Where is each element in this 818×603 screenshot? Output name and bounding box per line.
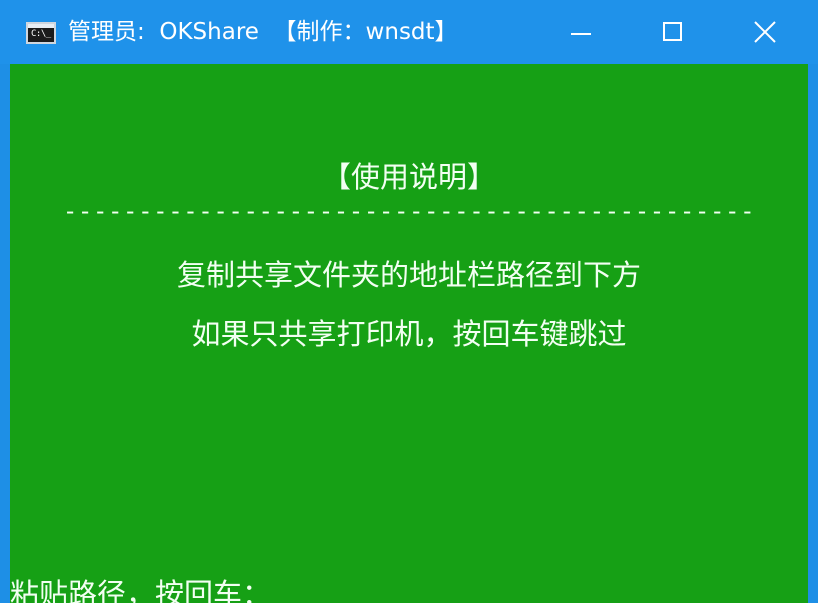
instruction-line: 复制共享文件夹的地址栏路径到下方 (176, 258, 641, 292)
cmd-console-icon[interactable]: C:\_ (26, 22, 56, 44)
close-button[interactable] (718, 0, 818, 64)
icon-titlebar-strip (28, 24, 54, 28)
minimize-icon (571, 33, 591, 35)
instruction-line: 如果只共享打印机，按回车键跳过 (191, 317, 627, 351)
maximize-button[interactable] (626, 0, 718, 64)
separator-line: ----------------------------------------… (62, 197, 756, 225)
instructions-heading: 【使用说明】 (321, 160, 496, 194)
maximize-icon (663, 22, 682, 41)
input-prompt[interactable]: 粘贴路径，按回车： (10, 576, 271, 603)
console-output-area[interactable]: 【使用说明】 ---------------------------------… (10, 64, 808, 603)
close-icon (754, 21, 776, 43)
window-title: 管理员: OKShare 【制作：wnsdt】 (68, 19, 458, 45)
title-bar[interactable]: C:\_ 管理员: OKShare 【制作：wnsdt】 (0, 0, 818, 64)
icon-prompt-glyph: C:\_ (31, 29, 51, 39)
console-window: C:\_ 管理员: OKShare 【制作：wnsdt】 【使用说明】 ----… (0, 0, 818, 603)
minimize-button[interactable] (534, 0, 626, 64)
